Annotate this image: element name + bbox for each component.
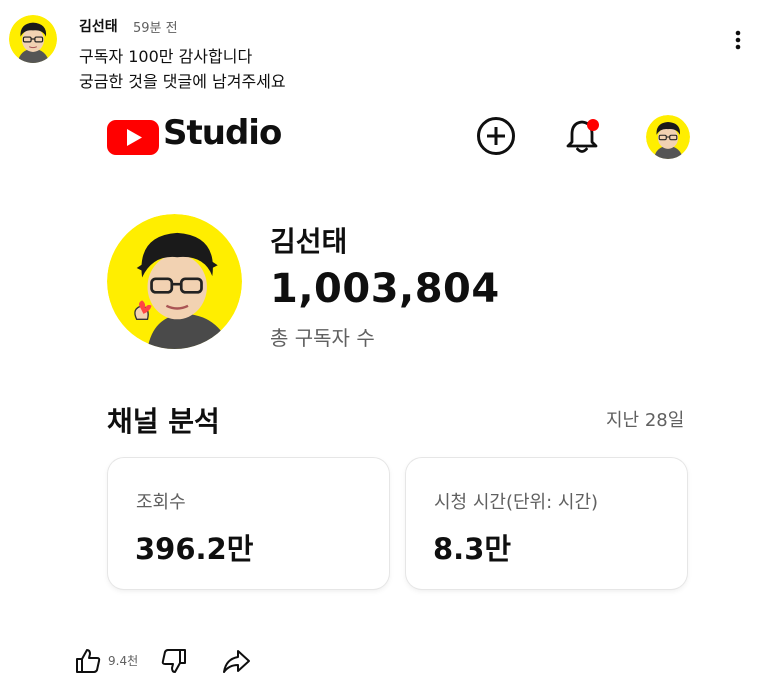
channel-name: 김선태 xyxy=(270,225,348,258)
dislike-button[interactable] xyxy=(158,645,190,677)
views-label: 조회수 xyxy=(136,492,186,513)
youtube-play-icon xyxy=(107,120,159,155)
like-button[interactable] xyxy=(72,645,104,677)
watch-time-card[interactable]: 시청 시간(단위: 시간) 8.3만 xyxy=(406,458,687,589)
author-name[interactable]: 김선태 xyxy=(79,16,118,36)
create-button[interactable] xyxy=(474,114,518,158)
create-plus-icon xyxy=(477,117,515,155)
share-button[interactable] xyxy=(220,645,252,677)
share-icon xyxy=(223,650,250,673)
views-card[interactable]: 조회수 396.2만 xyxy=(108,458,389,589)
notifications-button[interactable] xyxy=(560,114,604,158)
post-line-1: 구독자 100만 감사합니다 xyxy=(79,47,253,66)
thumbs-down-icon xyxy=(161,649,186,673)
subscriber-count-label: 총 구독자 수 xyxy=(270,326,375,350)
notification-dot xyxy=(587,119,599,131)
studio-account-avatar[interactable] xyxy=(646,115,690,159)
post-text: 구독자 100만 감사합니다 궁금한 것을 댓글에 남겨주세요 xyxy=(79,44,286,94)
channel-avatar[interactable] xyxy=(107,214,242,349)
channel-analytics-title: 채널 분석 xyxy=(107,405,220,438)
analytics-period: 지난 28일 xyxy=(606,410,685,431)
views-value: 396.2만 xyxy=(135,532,254,566)
watch-time-label: 시청 시간(단위: 시간) xyxy=(434,492,599,513)
watch-time-value: 8.3만 xyxy=(433,532,512,566)
author-avatar[interactable] xyxy=(9,15,57,63)
thumbs-up-icon xyxy=(76,649,101,673)
more-vert-icon xyxy=(735,30,741,50)
post-line-2: 궁금한 것을 댓글에 남겨주세요 xyxy=(79,72,286,91)
more-options-button[interactable] xyxy=(726,28,750,52)
like-count: 9.4천 xyxy=(108,654,139,668)
bell-icon xyxy=(566,119,599,153)
subscriber-count: 1,003,804 xyxy=(270,266,500,312)
post-time[interactable]: 59분 전 xyxy=(133,17,178,36)
studio-logo-text: Studio xyxy=(163,113,282,153)
